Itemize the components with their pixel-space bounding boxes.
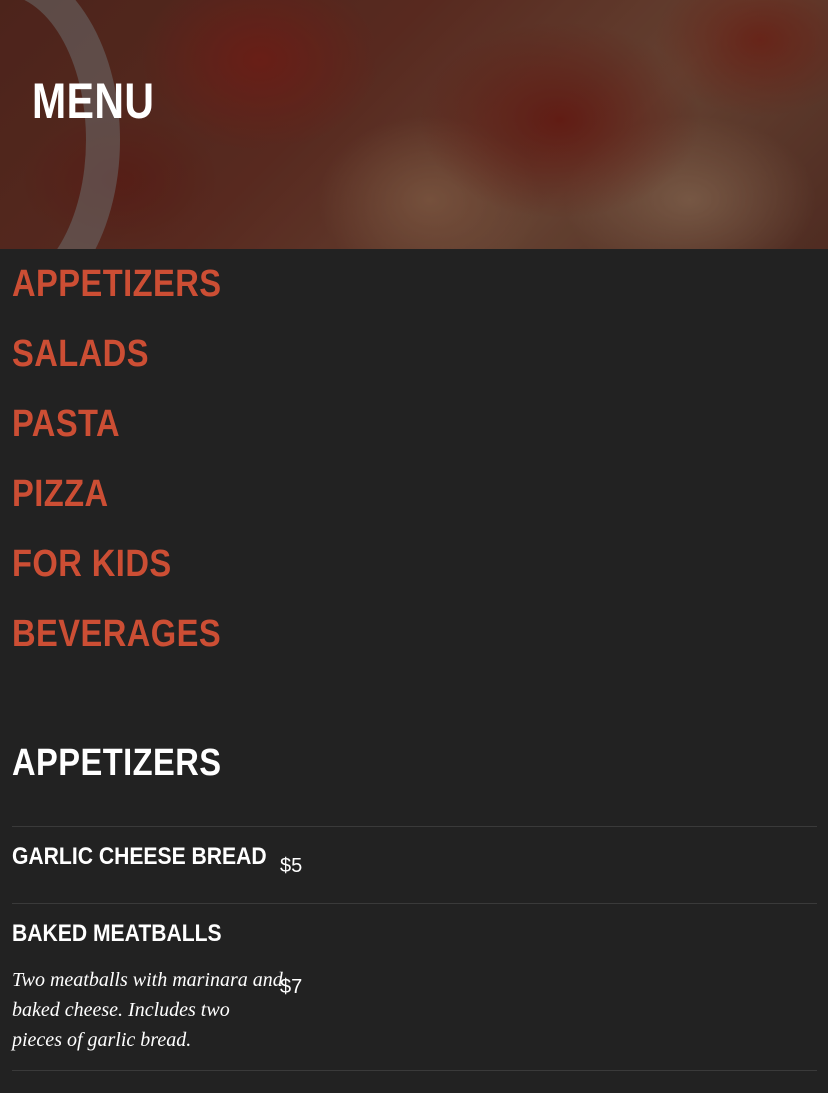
- menu-item-baked-meatballs: BAKED MEATBALLS Two meatballs with marin…: [12, 903, 817, 1071]
- menu-item-description: Two meatballs with marinara and baked ch…: [12, 969, 283, 1051]
- menu-item-price: $5: [280, 855, 303, 877]
- menu-item-price: $7: [280, 976, 303, 998]
- category-link-for-kids[interactable]: FOR KIDS: [12, 542, 222, 612]
- hero-banner: MENU: [0, 0, 828, 249]
- menu-item-list: GARLIC CHEESE BREAD $5 BAKED MEATBALLS T…: [12, 826, 817, 1071]
- category-nav: APPETIZERS SALADS PASTA PIZZA FOR KIDS B…: [12, 262, 256, 682]
- category-link-pasta[interactable]: PASTA: [12, 402, 222, 472]
- menu-item-name: GARLIC CHEESE BREAD: [12, 843, 267, 870]
- page-title: MENU: [32, 73, 155, 129]
- section-heading-appetizers: APPETIZERS: [12, 742, 222, 784]
- category-link-beverages[interactable]: BEVERAGES: [12, 612, 222, 682]
- category-link-pizza[interactable]: PIZZA: [12, 472, 222, 542]
- menu-item-name: BAKED MEATBALLS: [12, 920, 222, 947]
- menu-item-garlic-cheese-bread: GARLIC CHEESE BREAD $5: [12, 826, 817, 903]
- category-link-appetizers[interactable]: APPETIZERS: [12, 262, 222, 332]
- category-link-salads[interactable]: SALADS: [12, 332, 222, 402]
